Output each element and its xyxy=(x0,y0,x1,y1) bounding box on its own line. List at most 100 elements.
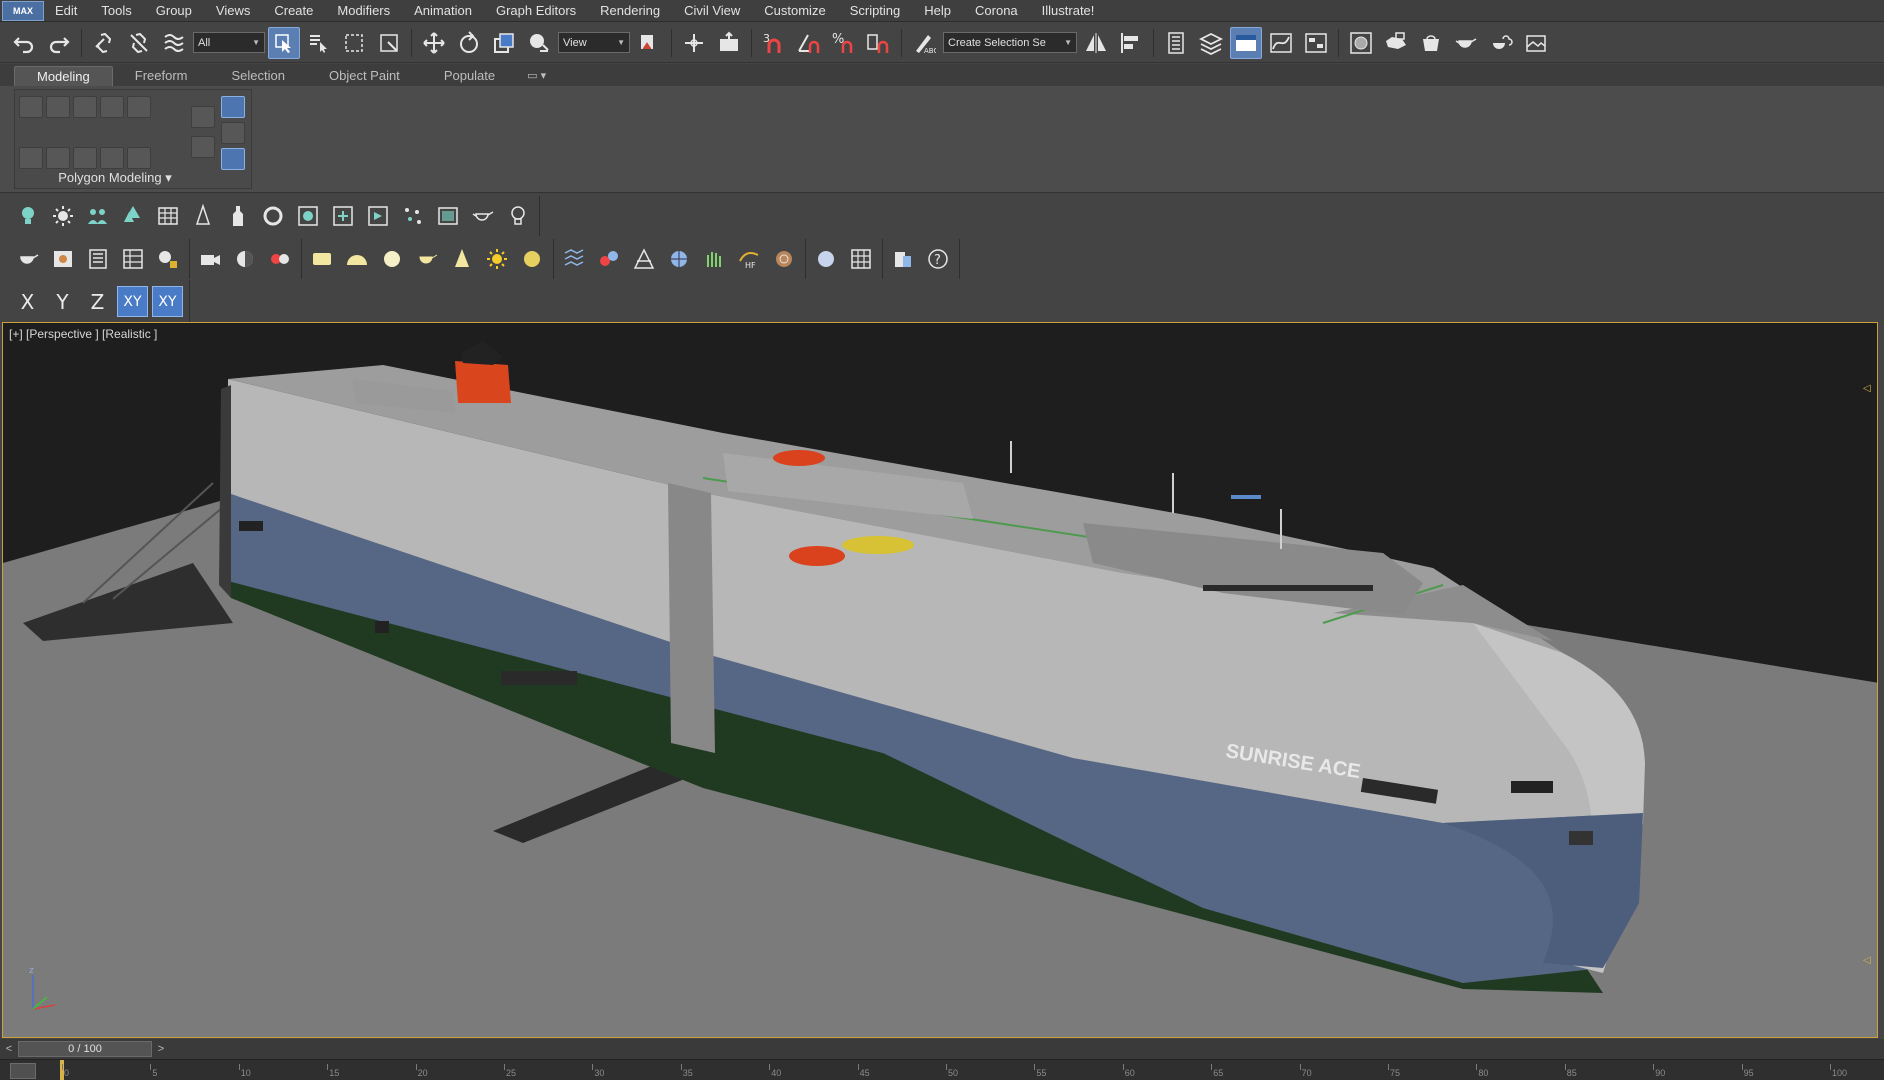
plus-box-button[interactable] xyxy=(327,200,358,231)
menu-rendering[interactable]: Rendering xyxy=(589,0,673,22)
menu-edit[interactable]: Edit xyxy=(44,0,90,22)
menu-civil-view[interactable]: Civil View xyxy=(673,0,753,22)
track-bar[interactable]: 0 5 10 15 20 25 30 35 40 45 50 55 60 65 70 75 80 85 90 95 10… xyxy=(0,1059,1884,1080)
material-editor-button[interactable] xyxy=(1345,27,1377,59)
corona-converter-button[interactable] xyxy=(887,243,918,274)
bottle-button[interactable] xyxy=(222,200,253,231)
toggle-command-panel-button[interactable] xyxy=(1230,26,1262,59)
corona-proxy-button[interactable] xyxy=(264,243,295,274)
select-and-rotate-button[interactable] xyxy=(453,27,485,59)
angle-snap-toggle-button[interactable] xyxy=(793,27,825,59)
menu-customize[interactable]: Customize xyxy=(753,0,838,22)
tab-object-paint[interactable]: Object Paint xyxy=(307,66,422,86)
constrain-xy-lock-button[interactable]: XY xyxy=(152,286,183,317)
undo-button[interactable] xyxy=(8,27,40,59)
render-setup-button[interactable] xyxy=(1380,27,1412,59)
select-and-move-button[interactable] xyxy=(418,27,450,59)
constrain-xy-button[interactable]: XY xyxy=(117,286,148,317)
menu-help[interactable]: Help xyxy=(913,0,964,22)
corona-table-button[interactable] xyxy=(117,243,148,274)
corona-scatter-button[interactable] xyxy=(558,243,589,274)
corona-sun-object-button[interactable] xyxy=(481,243,512,274)
reference-coordinate-dropdown[interactable]: View ▼ xyxy=(558,32,630,53)
viewport-label[interactable]: [+] [Perspective ] [Realistic ] xyxy=(9,327,157,341)
edge-subobject-button[interactable] xyxy=(46,96,70,118)
app-logo[interactable]: MAX xyxy=(2,0,44,21)
menu-group[interactable]: Group xyxy=(145,0,205,22)
redo-button[interactable] xyxy=(43,27,75,59)
render-in-cloud-button[interactable] xyxy=(1485,27,1517,59)
polygon-subobject-button[interactable] xyxy=(100,96,124,118)
toggle-scene-explorer-button[interactable] xyxy=(1160,27,1192,59)
corona-teapot-light-button[interactable] xyxy=(411,243,442,274)
open-a360-gallery-button[interactable] xyxy=(1520,27,1552,59)
corona-vfb-button[interactable] xyxy=(47,243,78,274)
corona-camera-button[interactable] xyxy=(194,243,225,274)
vertex-subobject-button[interactable] xyxy=(19,96,43,118)
use-pivot-center-button[interactable] xyxy=(633,27,665,59)
menu-create[interactable]: Create xyxy=(263,0,326,22)
spinner-snap-toggle-button[interactable] xyxy=(863,27,895,59)
select-and-link-button[interactable] xyxy=(88,27,120,59)
corona-slicer-button[interactable] xyxy=(628,243,659,274)
previous-modifier-button[interactable] xyxy=(191,106,215,128)
window-crossing-button[interactable] xyxy=(373,27,405,59)
cone-button[interactable] xyxy=(187,200,218,231)
snaps-toggle-button[interactable]: 3 xyxy=(758,27,790,59)
bulb-outline-button[interactable] xyxy=(502,200,533,231)
border-subobject-button[interactable] xyxy=(73,96,97,118)
sun-button[interactable] xyxy=(47,200,78,231)
edit-named-selection-button[interactable]: ABC xyxy=(908,27,940,59)
corona-list-button[interactable] xyxy=(82,243,113,274)
corona-cone-light-button[interactable] xyxy=(446,243,477,274)
corona-sun-button[interactable] xyxy=(229,243,260,274)
curve-editor-button[interactable] xyxy=(1265,27,1297,59)
keyboard-shortcut-override-button[interactable] xyxy=(713,27,745,59)
tab-populate[interactable]: Populate xyxy=(422,66,517,86)
select-by-name-button[interactable] xyxy=(303,27,335,59)
show-end-result-button[interactable] xyxy=(127,147,151,169)
constrain-x-button[interactable]: X xyxy=(12,286,43,317)
corona-lister-button[interactable] xyxy=(152,243,183,274)
crowd-button[interactable] xyxy=(82,200,113,231)
tab-selection[interactable]: Selection xyxy=(210,66,307,86)
corona-light-plane-button[interactable] xyxy=(306,243,337,274)
named-selection-sets-dropdown[interactable]: Create Selection Se ▼ xyxy=(943,32,1077,53)
align-button[interactable] xyxy=(1115,27,1147,59)
menu-graph-editors[interactable]: Graph Editors xyxy=(485,0,589,22)
percent-snap-toggle-button[interactable]: % xyxy=(828,27,860,59)
time-slider-thumb[interactable]: 0 / 100 xyxy=(18,1041,152,1057)
menu-illustrate[interactable]: Illustrate! xyxy=(1031,0,1108,22)
select-object-button[interactable] xyxy=(268,26,300,59)
corona-render-button[interactable] xyxy=(12,243,43,274)
corona-sphere-light-button[interactable] xyxy=(376,243,407,274)
render-production-button[interactable] xyxy=(1450,27,1482,59)
preserve-uvs-button[interactable] xyxy=(46,147,70,169)
foliage-button[interactable] xyxy=(117,200,148,231)
select-and-scale-button[interactable] xyxy=(488,27,520,59)
menu-modifiers[interactable]: Modifiers xyxy=(326,0,403,22)
previous-frame-button[interactable]: < xyxy=(0,1040,18,1058)
corona-fur-button[interactable] xyxy=(698,243,729,274)
menu-scripting[interactable]: Scripting xyxy=(839,0,914,22)
ribbon-options-dropdown[interactable]: ▭ ▾ xyxy=(517,66,556,86)
remove-modifier-button[interactable] xyxy=(221,148,245,170)
menu-corona[interactable]: Corona xyxy=(964,0,1031,22)
corona-dome-button[interactable] xyxy=(341,243,372,274)
corona-hf-button[interactable]: HF xyxy=(733,243,764,274)
mini-curve-editor-button[interactable] xyxy=(10,1063,36,1079)
collapse-stack-button[interactable] xyxy=(100,147,124,169)
tab-modeling[interactable]: Modeling xyxy=(14,66,113,86)
constrain-z-button[interactable]: Z xyxy=(82,286,113,317)
menu-tools[interactable]: Tools xyxy=(90,0,144,22)
tab-freeform[interactable]: Freeform xyxy=(113,66,210,86)
toggle-command-mode-button[interactable] xyxy=(221,96,245,118)
corona-pill-button[interactable] xyxy=(593,243,624,274)
rendered-frame-window-button[interactable] xyxy=(1415,27,1447,59)
next-frame-button[interactable]: > xyxy=(152,1040,170,1058)
rectangular-selection-button[interactable] xyxy=(338,27,370,59)
pin-stack-button[interactable] xyxy=(221,122,245,144)
constrain-y-button[interactable]: Y xyxy=(47,286,78,317)
next-modifier-button[interactable] xyxy=(191,136,215,158)
select-manipulate-button[interactable] xyxy=(678,27,710,59)
